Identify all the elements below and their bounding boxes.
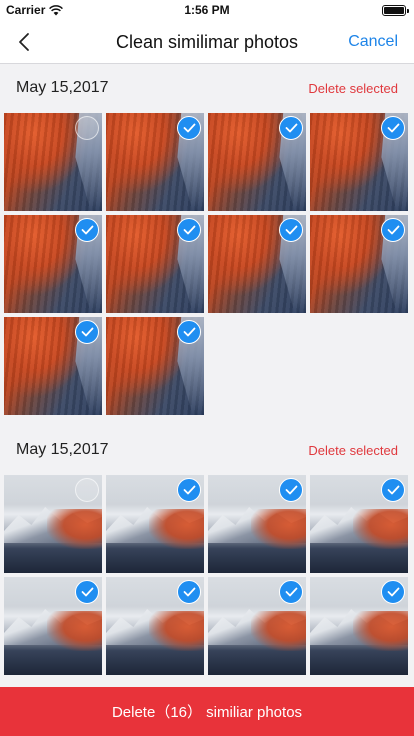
checkmark-selected-icon[interactable]	[177, 116, 201, 140]
group-date: May 15,2017	[16, 441, 109, 458]
photo-thumbnail[interactable]	[106, 113, 204, 211]
checkmark-selected-icon[interactable]	[177, 478, 201, 502]
status-bar: Carrier 1:56 PM	[0, 0, 414, 20]
photo-thumbnail[interactable]	[4, 577, 102, 675]
page-title: Clean similimar photos	[115, 32, 299, 52]
photo-group: May 15,2017 Delete selected	[0, 427, 414, 675]
photo-thumbnail[interactable]	[208, 577, 306, 675]
cancel-button[interactable]: Cancel	[348, 33, 398, 51]
back-button[interactable]	[8, 26, 40, 58]
nav-bar: Clean similimar photos Cancel	[0, 20, 414, 64]
checkmark-selected-icon[interactable]	[279, 116, 303, 140]
checkmark-selected-icon[interactable]	[75, 218, 99, 242]
checkmark-unselected-icon[interactable]	[75, 478, 99, 502]
photo-thumbnail[interactable]	[310, 577, 408, 675]
photo-thumbnail[interactable]	[310, 113, 408, 211]
checkmark-selected-icon[interactable]	[177, 218, 201, 242]
photo-thumbnail[interactable]	[106, 475, 204, 573]
checkmark-selected-icon[interactable]	[177, 320, 201, 344]
photo-thumbnail[interactable]	[106, 317, 204, 415]
status-time: 1:56 PM	[184, 3, 230, 17]
photo-thumbnail[interactable]	[4, 475, 102, 573]
delete-similar-photos-button[interactable]: Delete（16） similiar photos	[0, 687, 414, 736]
photo-thumbnail[interactable]	[310, 215, 408, 313]
group-date: May 15,2017	[16, 79, 109, 96]
group-header: May 15,2017 Delete selected	[0, 65, 414, 111]
photo-thumbnail[interactable]	[4, 113, 102, 211]
group-header: May 15,2017 Delete selected	[0, 427, 414, 473]
checkmark-selected-icon[interactable]	[381, 116, 405, 140]
checkmark-selected-icon[interactable]	[279, 218, 303, 242]
checkmark-selected-icon[interactable]	[279, 580, 303, 604]
checkmark-selected-icon[interactable]	[75, 580, 99, 604]
photo-thumbnail[interactable]	[4, 215, 102, 313]
checkmark-selected-icon[interactable]	[381, 218, 405, 242]
photo-grid	[0, 111, 414, 415]
chevron-left-icon	[19, 33, 29, 51]
delete-selected-button[interactable]: Delete selected	[308, 81, 398, 96]
photo-thumbnail[interactable]	[106, 215, 204, 313]
photo-thumbnail[interactable]	[208, 215, 306, 313]
photo-thumbnail[interactable]	[310, 475, 408, 573]
photo-thumbnail[interactable]	[208, 475, 306, 573]
photo-groups-list[interactable]: May 15,2017 Delete selected May 15,2017 …	[0, 65, 414, 687]
checkmark-selected-icon[interactable]	[381, 478, 405, 502]
checkmark-selected-icon[interactable]	[279, 478, 303, 502]
photo-grid	[0, 473, 414, 675]
photo-thumbnail[interactable]	[106, 577, 204, 675]
delete-selected-button[interactable]: Delete selected	[308, 443, 398, 458]
checkmark-selected-icon[interactable]	[381, 580, 405, 604]
photo-thumbnail[interactable]	[4, 317, 102, 415]
photo-thumbnail[interactable]	[208, 113, 306, 211]
checkmark-selected-icon[interactable]	[75, 320, 99, 344]
checkmark-selected-icon[interactable]	[177, 580, 201, 604]
checkmark-unselected-icon[interactable]	[75, 116, 99, 140]
battery-icon	[382, 5, 409, 16]
photo-group: May 15,2017 Delete selected	[0, 65, 414, 415]
